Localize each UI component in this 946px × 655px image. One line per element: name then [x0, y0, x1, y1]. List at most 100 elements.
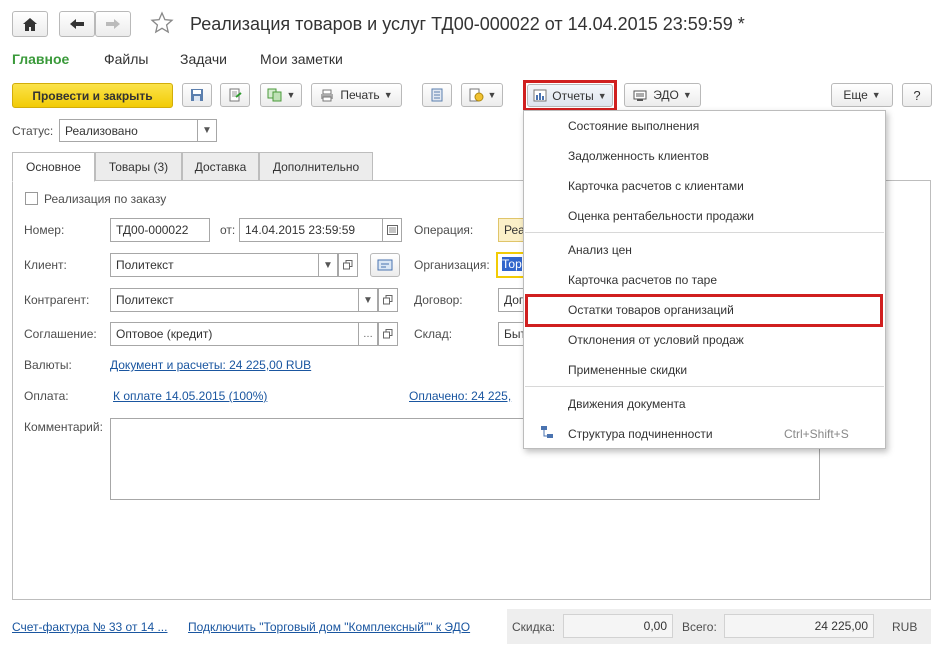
total-currency: RUB: [892, 620, 918, 634]
tab-goods[interactable]: Товары (3): [95, 152, 182, 181]
create-based-on-button[interactable]: ▼: [260, 83, 302, 107]
more-button[interactable]: Еще ▼: [831, 83, 893, 107]
edo-label: ЭДО: [653, 88, 679, 102]
nav-tab-notes[interactable]: Мои заметки: [260, 51, 343, 67]
tab-main[interactable]: Основное: [12, 152, 95, 182]
discount-label: Скидка:: [512, 620, 556, 634]
client-card-icon: [377, 259, 393, 271]
tab-additional[interactable]: Дополнительно: [259, 152, 373, 181]
nav-tab-files[interactable]: Файлы: [104, 51, 148, 67]
chevron-down-icon: ▼: [323, 259, 333, 271]
arrow-left-icon: [70, 19, 84, 29]
printer-icon: [321, 89, 334, 101]
chevron-down-icon: ▼: [286, 90, 296, 100]
menu-item-document-movements[interactable]: Движения документа: [568, 397, 686, 411]
report-chart-icon: [533, 89, 547, 102]
contractor-open-button[interactable]: [378, 288, 398, 312]
by-order-label: Реализация по заказу: [44, 192, 167, 206]
edo-connect-link[interactable]: Подключить "Торговый дом "Комплексный"" …: [188, 620, 470, 634]
tab-delivery[interactable]: Доставка: [182, 152, 259, 181]
agreement-label: Соглашение:: [24, 327, 97, 341]
chevron-down-icon: ▼: [487, 90, 497, 100]
reports-dropdown-menu: Состояние выполнения Задолженность клиен…: [523, 110, 886, 449]
menu-item-subordination-structure[interactable]: Структура подчиненности: [568, 427, 713, 441]
agreement-field[interactable]: Оптовое (кредит): [110, 322, 359, 346]
post-document-icon: [229, 88, 242, 102]
post-and-close-button[interactable]: Провести и закрыть: [12, 83, 173, 108]
client-field[interactable]: Политекст: [110, 253, 319, 277]
edo-exchange-icon: [633, 90, 647, 101]
contractor-dropdown-button[interactable]: ▼: [358, 288, 378, 312]
attachment-icon: [469, 88, 484, 102]
discount-field: 0,00: [563, 614, 673, 638]
arrow-right-icon: [106, 19, 120, 29]
number-label: Номер:: [24, 223, 65, 237]
date-field[interactable]: 14.04.2015 23:59:59: [239, 218, 383, 242]
print-button[interactable]: Печать ▼: [311, 83, 402, 107]
chevron-down-icon: ▼: [363, 294, 373, 306]
client-open-button[interactable]: [338, 253, 358, 277]
status-select[interactable]: Реализовано: [59, 119, 198, 142]
edo-button[interactable]: ЭДО ▼: [624, 83, 701, 107]
menu-item-client-debt[interactable]: Задолженность клиентов: [568, 149, 709, 163]
nav-tab-tasks[interactable]: Задачи: [180, 51, 227, 67]
home-icon: [23, 17, 37, 31]
agreement-select-button[interactable]: …: [358, 322, 378, 346]
open-window-icon: [383, 329, 393, 339]
menu-item-price-analysis[interactable]: Анализ цен: [568, 243, 632, 257]
tab-label: Доставка: [194, 159, 247, 174]
menu-separator: [525, 232, 884, 233]
reports-button[interactable]: Отчеты ▼: [527, 84, 613, 107]
document-journal-button[interactable]: [422, 83, 452, 107]
save-button[interactable]: [182, 83, 212, 107]
menu-shortcut-text: Ctrl+Shift+S: [784, 427, 849, 441]
forward-button[interactable]: [95, 11, 131, 37]
organization-selected-text: Тор: [502, 257, 522, 271]
number-field[interactable]: ТД00-000022: [110, 218, 210, 242]
invoice-link[interactable]: Счет-фактура № 33 от 14 ...: [12, 620, 167, 634]
organization-label: Организация:: [414, 258, 490, 272]
back-button[interactable]: [59, 11, 95, 37]
menu-item-client-settlement-card[interactable]: Карточка расчетов с клиентами: [568, 179, 744, 193]
operation-label: Операция:: [414, 223, 474, 237]
favorite-star-icon[interactable]: [150, 11, 174, 38]
total-label: Всего:: [682, 620, 717, 634]
chevron-down-icon: ▼: [383, 90, 393, 100]
open-window-icon: [383, 295, 393, 305]
create-based-on-icon: [267, 88, 282, 102]
menu-item-applied-discounts[interactable]: Примененные скидки: [568, 363, 687, 377]
menu-item-container-settlement-card[interactable]: Карточка расчетов по таре: [568, 273, 717, 287]
warehouse-label: Склад:: [414, 327, 453, 341]
home-button[interactable]: [12, 11, 48, 37]
menu-item-execution-state[interactable]: Состояние выполнения: [568, 119, 699, 133]
hierarchy-structure-icon: [540, 425, 554, 442]
post-button[interactable]: [220, 83, 250, 107]
payment-link[interactable]: К оплате 14.05.2015 (100%): [113, 389, 267, 403]
chevron-down-icon: ▼: [871, 90, 881, 100]
help-button[interactable]: ?: [902, 83, 932, 107]
attachments-button[interactable]: ▼: [461, 83, 503, 107]
client-card-button[interactable]: [370, 253, 400, 277]
menu-item-organization-stock[interactable]: Остатки товаров организаций: [568, 303, 734, 317]
chevron-down-icon: ▼: [597, 90, 607, 101]
client-dropdown-button[interactable]: ▼: [318, 253, 338, 277]
menu-separator: [525, 386, 884, 387]
contractor-field[interactable]: Политекст: [110, 288, 359, 312]
agreement-open-button[interactable]: [378, 322, 398, 346]
status-dropdown-button[interactable]: ▼: [197, 119, 217, 142]
nav-tab-main[interactable]: Главное: [12, 51, 69, 67]
by-order-checkbox[interactable]: [25, 192, 38, 205]
menu-item-sale-profitability[interactable]: Оценка рентабельности продажи: [568, 209, 754, 223]
paid-link[interactable]: Оплачено: 24 225,: [409, 389, 511, 403]
page-title: Реализация товаров и услуг ТД00-000022 о…: [190, 14, 745, 34]
calendar-button[interactable]: [382, 218, 402, 242]
print-label: Печать: [340, 88, 380, 102]
post-and-close-label: Провести и закрыть: [32, 88, 153, 103]
currency-link[interactable]: Документ и расчеты: 24 225,00 RUB: [110, 358, 311, 372]
client-label: Клиент:: [24, 258, 67, 272]
comment-label: Комментарий:: [24, 420, 103, 434]
contractor-label: Контрагент:: [24, 293, 90, 307]
open-window-icon: [343, 260, 353, 270]
menu-item-sale-deviations[interactable]: Отклонения от условий продаж: [568, 333, 744, 347]
save-icon: [191, 89, 203, 101]
